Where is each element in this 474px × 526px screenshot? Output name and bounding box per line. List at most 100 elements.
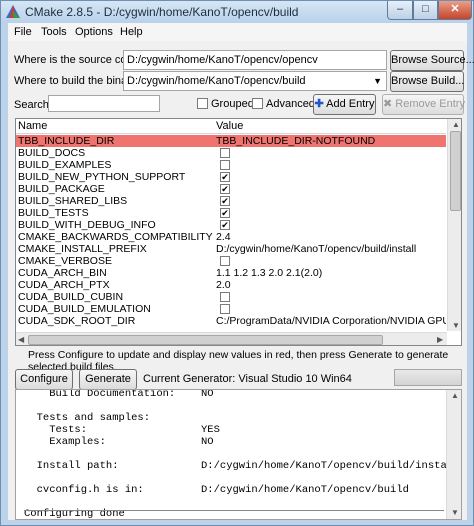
configure-button[interactable]: Configure xyxy=(15,369,73,390)
current-generator-label: Current Generator: Visual Studio 10 Win6… xyxy=(143,373,352,385)
row-name: CMAKE_VERBOSE xyxy=(18,255,112,267)
close-button[interactable]: ✕ xyxy=(438,1,472,20)
row-name: BUILD_EXAMPLES xyxy=(18,159,112,171)
scroll-down-icon[interactable]: ▼ xyxy=(452,321,460,330)
hscroll-thumb[interactable] xyxy=(28,335,383,345)
row-name: CUDA_ARCH_BIN xyxy=(18,267,107,279)
output-line-label: Build Documentation: xyxy=(24,389,176,400)
table-row[interactable]: BUILD_NEW_PYTHON_SUPPORT ✔ xyxy=(16,171,446,183)
output-separator xyxy=(24,510,444,511)
search-label: Search: xyxy=(14,99,52,111)
name-column-header[interactable]: Name xyxy=(18,120,47,132)
scroll-thumb[interactable] xyxy=(450,131,461,211)
table-row[interactable]: CMAKE_BACKWARDS_COMPATIBILITY 2.4 xyxy=(16,231,446,243)
table-row[interactable]: CUDA_ARCH_PTX 2.0 xyxy=(16,279,446,291)
row-checkbox[interactable] xyxy=(220,148,230,158)
row-value[interactable]: D:/cygwin/home/KanoT/opencv/build/instal… xyxy=(216,243,446,255)
row-name: CUDA_ARCH_PTX xyxy=(18,279,110,291)
build-path-value: D:/cygwin/home/KanoT/opencv/build xyxy=(127,75,306,87)
menu-file[interactable]: File xyxy=(14,26,32,38)
table-row[interactable]: CMAKE_INSTALL_PREFIX D:/cygwin/home/KanoT… xyxy=(16,243,446,255)
remove-icon: ✖ xyxy=(383,98,393,110)
row-checkbox[interactable]: ✔ xyxy=(220,184,230,194)
table-row[interactable]: BUILD_TESTS ✔ xyxy=(16,207,446,219)
remove-entry-label: Remove Entry xyxy=(395,98,465,110)
row-value[interactable]: TBB_INCLUDE_DIR-NOTFOUND xyxy=(216,135,446,147)
scroll-right-icon[interactable]: ▶ xyxy=(437,335,443,344)
table-row[interactable]: CUDA_ARCH_BIN 1.1 1.2 1.3 2.0 2.1(2.0) xyxy=(16,267,446,279)
grouped-checkbox[interactable] xyxy=(197,98,208,109)
row-value[interactable]: 2.4 xyxy=(216,231,446,243)
table-row[interactable]: TBB_INCLUDE_DIR TBB_INCLUDE_DIR-NOTFOUND xyxy=(16,135,446,147)
output-scrollbar[interactable]: ▲ ▼ xyxy=(446,390,461,519)
row-checkbox[interactable]: ✔ xyxy=(220,208,230,218)
row-name: BUILD_TESTS xyxy=(18,207,89,219)
horizontal-scrollbar[interactable]: ◀ ▶ xyxy=(16,332,447,345)
value-column-header[interactable]: Value xyxy=(216,120,243,132)
table-row[interactable]: BUILD_PACKAGE ✔ xyxy=(16,183,446,195)
table-row[interactable]: BUILD_DOCS xyxy=(16,147,446,159)
menu-options[interactable]: Options xyxy=(75,26,113,38)
row-checkbox[interactable]: ✔ xyxy=(220,220,230,230)
output-line-value: D:/cygwin/home/KanoT/opencv/build xyxy=(201,484,409,496)
browse-source-button[interactable]: Browse Source... xyxy=(390,50,474,71)
row-value[interactable]: C:/ProgramData/NVIDIA Corporation/NVIDIA… xyxy=(216,315,446,327)
output-line-value: D:/cygwin/home/KanoT/opencv/build/instal… xyxy=(201,460,460,472)
menu-help[interactable]: Help xyxy=(120,26,143,38)
output-line-label: Install path: xyxy=(24,460,119,472)
row-checkbox[interactable]: ✔ xyxy=(220,172,230,182)
row-name: CMAKE_INSTALL_PREFIX xyxy=(18,243,147,255)
row-checkbox[interactable] xyxy=(220,160,230,170)
table-row[interactable]: CUDA_BUILD_CUBIN xyxy=(16,291,446,303)
table-row[interactable]: CMAKE_VERBOSE xyxy=(16,255,446,267)
row-name: BUILD_WITH_DEBUG_INFO xyxy=(18,219,156,231)
row-name: CUDA_BUILD_CUBIN xyxy=(18,291,124,303)
row-name: CUDA_BUILD_EMULATION xyxy=(18,303,151,315)
cmake-window: CMake 2.8.5 - D:/cygwin/home/KanoT/openc… xyxy=(0,0,474,526)
add-icon: ✚ xyxy=(314,98,324,110)
source-path-value: D:/cygwin/home/KanoT/opencv/opencv xyxy=(127,54,318,66)
output-line-value: NO xyxy=(201,389,214,400)
vertical-scrollbar[interactable]: ▲ ▼ xyxy=(447,119,461,331)
table-row[interactable]: CUDA_BUILD_EMULATION xyxy=(16,303,446,315)
add-entry-label: Add Entry xyxy=(326,98,375,110)
advanced-checkbox[interactable] xyxy=(252,98,263,109)
add-entry-button[interactable]: ✚ Add Entry xyxy=(313,94,376,115)
row-name: BUILD_NEW_PYTHON_SUPPORT xyxy=(18,171,186,183)
table-row[interactable]: BUILD_WITH_DEBUG_INFO ✔ xyxy=(16,219,446,231)
table-row[interactable]: BUILD_EXAMPLES xyxy=(16,159,446,171)
progress-bar xyxy=(394,369,462,386)
row-checkbox[interactable] xyxy=(220,256,230,266)
build-path-combo[interactable]: D:/cygwin/home/KanoT/opencv/build ▼ xyxy=(123,71,387,91)
search-input[interactable] xyxy=(48,95,160,112)
output-scroll-up-icon[interactable]: ▲ xyxy=(451,391,459,400)
maximize-button[interactable]: □ xyxy=(413,1,438,20)
output-line-label: Examples: xyxy=(24,436,106,448)
row-checkbox[interactable] xyxy=(220,292,230,302)
source-path-input[interactable]: D:/cygwin/home/KanoT/opencv/opencv xyxy=(123,50,387,70)
browse-build-button[interactable]: Browse Build... xyxy=(390,71,464,92)
menu-tools[interactable]: Tools xyxy=(41,26,67,38)
output-scroll-down-icon[interactable]: ▼ xyxy=(451,508,459,517)
row-value[interactable]: 1.1 1.2 1.3 2.0 2.1(2.0) xyxy=(216,267,446,279)
table-row[interactable]: CUDA_SDK_ROOT_DIR C:/ProgramData/NVIDIA C… xyxy=(16,315,446,327)
table-header: Name Value xyxy=(16,119,446,134)
output-line-label: Tests and samples: xyxy=(24,412,151,424)
row-checkbox[interactable]: ✔ xyxy=(220,196,230,206)
row-name: CMAKE_BACKWARDS_COMPATIBILITY xyxy=(18,231,213,243)
chevron-down-icon[interactable]: ▼ xyxy=(373,72,382,90)
scroll-up-icon[interactable]: ▲ xyxy=(452,120,460,129)
row-value[interactable]: 2.0 xyxy=(216,279,446,291)
remove-entry-button[interactable]: ✖ Remove Entry xyxy=(382,94,465,115)
minimize-button[interactable]: – xyxy=(387,1,413,20)
menu-bar: File Tools Options Help xyxy=(8,23,467,41)
row-name: BUILD_SHARED_LIBS xyxy=(18,195,128,207)
row-checkbox[interactable] xyxy=(220,304,230,314)
scroll-left-icon[interactable]: ◀ xyxy=(18,335,24,344)
grouped-label: Grouped xyxy=(211,98,254,110)
main-panel: File Tools Options Help Where is the sou… xyxy=(8,23,474,520)
output-line-value: YES xyxy=(201,424,220,436)
generate-button[interactable]: Generate xyxy=(79,369,137,390)
table-row[interactable]: BUILD_SHARED_LIBS ✔ xyxy=(16,195,446,207)
window-title: CMake 2.8.5 - D:/cygwin/home/KanoT/openc… xyxy=(25,5,299,19)
